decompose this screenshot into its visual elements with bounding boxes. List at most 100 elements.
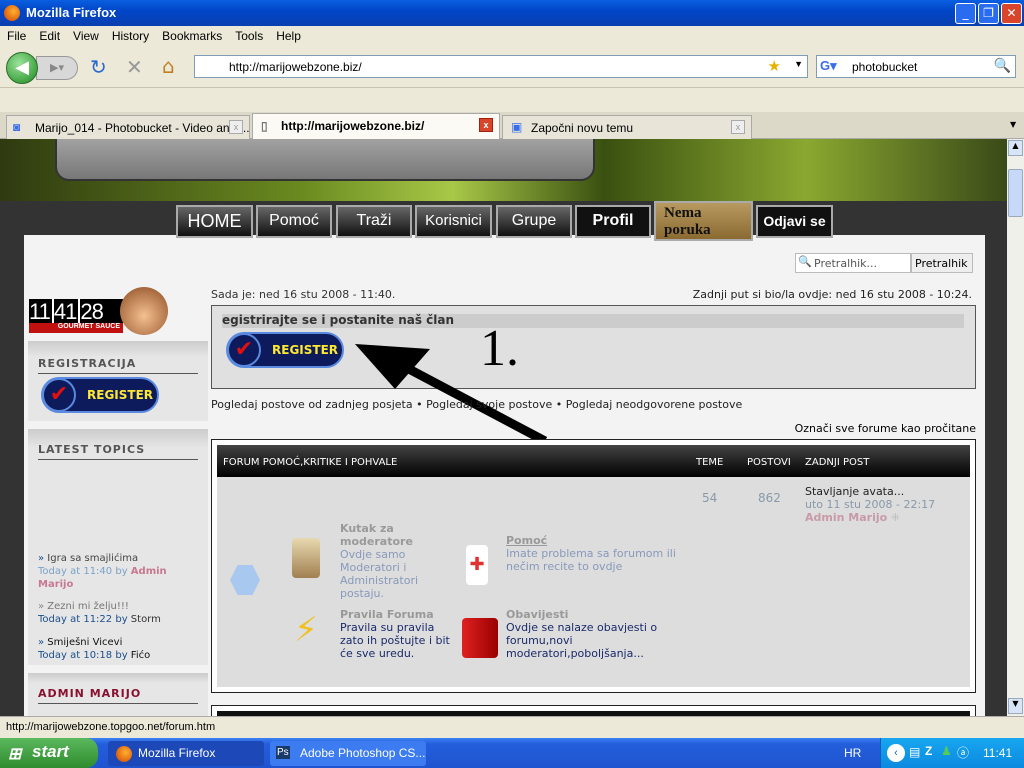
mark-all-read-link[interactable]: Označi sve forume kao pročitane [700,422,976,435]
tray-expand-icon[interactable]: ‹ [887,744,905,762]
scroll-down-button[interactable]: ▼ [1008,698,1023,714]
nav-home[interactable]: HOME [176,205,253,238]
home-icon[interactable]: ⌂ [162,54,175,78]
post-links: Pogledaj postove od zadnjeg posjeta • Po… [211,398,742,411]
nav-nema-poruka[interactable]: Nema poruka [654,201,753,241]
bullet: • [416,398,423,411]
folder-user-icon [292,538,320,578]
tab-list-icon[interactable]: ▼ [1010,120,1016,129]
tray-a-icon[interactable]: ⓐ [957,744,969,761]
link-my-posts[interactable]: Pogledaj svoje postove [426,398,552,411]
forum-search-input[interactable]: 🔍 Pretralhik... [795,253,911,273]
forum-item: Pomoć Imate problema sa forumom ili nečim… [506,534,676,573]
sidebar-heading: ADMIN MARIJO [38,687,198,704]
annotation-number: 1. [480,320,519,377]
forum-search-button[interactable]: Pretralhik [911,253,973,273]
tray-network-icon[interactable]: ▤ [909,745,920,759]
link-unanswered[interactable]: Pogledaj neodgovorene postove [566,398,743,411]
current-time-text: Sada je: ned 16 stu 2008 - 11:40. [211,288,396,301]
search-magnifier-icon[interactable]: 🔍 [994,57,1011,74]
tab-close-icon[interactable]: x [731,120,745,134]
language-indicator[interactable]: HR [844,746,861,760]
topic-time: Today at 10:18 [38,650,113,661]
category-title[interactable]: FORUM POMOĆ,KRITIKE I POHVALE [223,457,397,468]
last-post-user[interactable]: Admin Marijo [805,511,887,524]
search-text: photobucket [852,60,918,74]
tab-label: Marijo_014 - Photobucket - Video and I..… [35,121,250,135]
site-banner [0,139,1007,201]
clock-minutes: 41 [51,299,77,324]
link-new-posts[interactable]: Pogledaj postove od zadnjeg posjeta [211,398,413,411]
search-input[interactable]: G▾ photobucket 🔍 [816,55,1016,78]
menu-bookmarks[interactable]: Bookmarks [155,26,228,43]
main-register-button[interactable]: ✔ REGISTER [226,332,344,368]
nav-grupe[interactable]: Grupe [496,205,572,238]
tab-nova-tema[interactable]: ▣ Započni novu temu x [502,115,752,139]
photobucket-icon: ◙ [13,120,21,134]
forum-title-link[interactable]: Kutak za moderatore [340,522,413,548]
tray-clock[interactable]: 11:41 [983,746,1012,760]
topic-link[interactable]: Smiješni Vicevi [47,637,122,648]
latest-topic-item: » Smiješni Vicevi Today at 10:18 by Fićo [38,636,203,662]
menu-edit[interactable]: Edit [32,26,66,43]
topic-time: Today at 11:22 [38,614,113,625]
topic-link[interactable]: Zezni mi želju!!! [47,601,129,612]
tab-close-icon[interactable]: x [229,120,243,134]
search-icon: 🔍 [798,255,812,268]
tray-z-icon[interactable]: Z [925,744,932,758]
menu-view[interactable]: View [66,26,105,43]
forum-title-link[interactable]: Pravila Foruma [340,608,434,621]
system-tray: ‹ ▤ Z ♟ ⓐ 11:41 [880,738,1024,768]
nav-pomoc[interactable]: Pomoć [256,205,332,238]
forum-desc: Imate problema sa forumom ili nečim reci… [506,547,676,573]
nav-odjavi[interactable]: Odjavi se [756,205,833,238]
checkmark-icon: ✔ [42,378,76,412]
tab-photobucket[interactable]: ◙ Marijo_014 - Photobucket - Video and I.… [6,115,250,139]
url-dropdown-icon[interactable]: ▼ [794,59,803,69]
menu-bar: File Edit View History Bookmarks Tools Help [0,26,1024,46]
sidebar-registracija: REGISTRACIJA ✔ REGISTER [28,341,208,421]
task-firefox[interactable]: Mozilla Firefox [108,741,264,766]
last-post: Stavljanje avata... uto 11 stu 2008 - 22:… [805,485,935,524]
topics-count: 54 [702,491,718,505]
stop-icon[interactable]: ✕ [126,55,143,79]
bullet: • [555,398,563,411]
scroll-up-button[interactable]: ▲ [1008,140,1023,156]
goto-post-icon[interactable]: ⁜ [891,511,900,524]
nav-profil[interactable]: Profil [575,205,651,238]
topic-user-link[interactable]: Fićo [131,650,150,661]
tray-messenger-icon[interactable]: ♟ [941,744,952,758]
tab-marijowebzone[interactable]: ▯ http://marijowebzone.biz/x [252,113,500,139]
sidebar-heading: REGISTRACIJA [38,357,198,374]
web-page: HOME Pomoć Traži Korisnici Grupe Profil … [0,139,1007,716]
url-input[interactable]: http://marijowebzone.biz/ ★ ▼ [194,55,808,78]
forward-button[interactable]: ▶▾ [36,56,78,80]
close-button[interactable]: ✕ [1001,3,1022,24]
reload-icon[interactable]: ↻ [90,55,107,79]
google-icon[interactable]: G▾ [820,58,837,74]
menu-history[interactable]: History [105,26,155,43]
forum-title-link[interactable]: Obavijesti [506,608,568,621]
sidebar-register-button[interactable]: ✔ REGISTER [41,377,159,413]
menu-file[interactable]: File [0,26,32,43]
menu-help[interactable]: Help [269,26,307,43]
topic-user-link[interactable]: Storm [131,614,161,625]
minimize-button[interactable]: _ [955,3,976,24]
back-button[interactable]: ◀ [6,52,38,84]
tab-close-icon[interactable]: x [479,118,493,132]
topic-link[interactable]: Igra sa smajlićima [47,553,138,564]
topic-by: by [115,650,128,661]
vertical-scrollbar[interactable]: ▲ ▼ [1007,139,1024,716]
task-photoshop[interactable]: Ps Adobe Photoshop CS... [270,741,426,766]
last-post-link[interactable]: Stavljanje avata... [805,485,904,498]
scroll-thumb[interactable] [1008,169,1023,217]
firefox-icon [4,5,20,21]
nav-korisnici[interactable]: Korisnici [415,205,492,238]
menu-tools[interactable]: Tools [228,26,269,43]
forum-title-link[interactable]: Pomoć [506,534,547,547]
maximize-button[interactable]: ❐ [978,3,999,24]
start-button[interactable]: ⊞ start [0,738,98,768]
site-logo [55,139,595,181]
nav-trazi[interactable]: Traži [336,205,412,238]
bookmark-star-icon[interactable]: ★ [768,57,781,75]
